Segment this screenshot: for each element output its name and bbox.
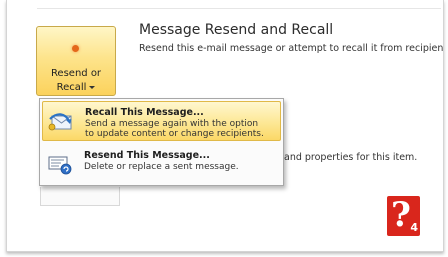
resend-button-label: Resend or Recall (50, 68, 102, 93)
partially-hidden-button (40, 187, 120, 206)
logo-number: 4 (410, 221, 418, 234)
properties-text-fragment: and properties for this item. (284, 152, 418, 163)
recall-description: Send a message again with the option to … (85, 119, 264, 139)
resend-or-recall-button[interactable]: Resend or Recall (36, 26, 116, 96)
section-title: Message Resend and Recall (139, 22, 334, 38)
recall-message-icon (48, 113, 72, 131)
resend-title: Resend This Message... (84, 150, 210, 161)
divider (37, 8, 441, 9)
site-logo: ? 4 (387, 196, 420, 236)
outlook-info-panel: Resend or Recall Message Resend and Reca… (6, 0, 444, 252)
resend-recall-icon (72, 45, 79, 52)
menu-item-recall[interactable]: Recall This Message... Send a message ag… (42, 101, 281, 141)
logo-question-mark: ? (391, 195, 411, 235)
resend-recall-dropdown: Recall This Message... Send a message ag… (39, 98, 284, 186)
menu-item-resend[interactable]: Resend This Message... Delete or replace… (42, 145, 281, 185)
resend-description: Delete or replace a sent message. (84, 162, 239, 172)
recall-title: Recall This Message... (85, 107, 204, 118)
resend-message-icon (48, 156, 72, 175)
chevron-down-icon (89, 85, 96, 89)
section-description: Resend this e-mail message or attempt to… (139, 43, 444, 54)
